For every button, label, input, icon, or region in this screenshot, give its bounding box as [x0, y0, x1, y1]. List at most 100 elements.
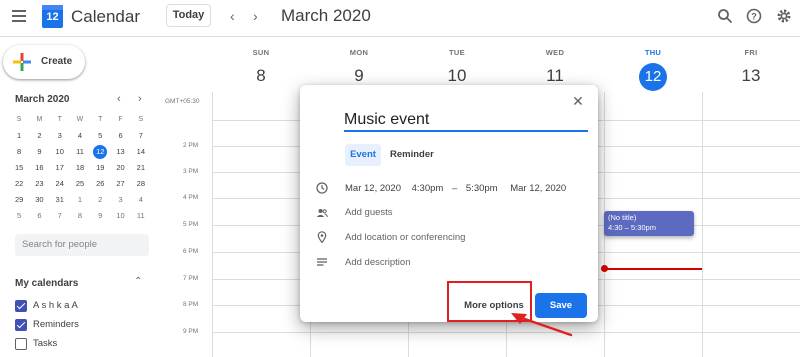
- add-guests[interactable]: Add guests: [345, 207, 393, 218]
- mini-day[interactable]: 16: [29, 160, 49, 176]
- mini-day[interactable]: 29: [9, 192, 29, 208]
- mini-day[interactable]: 13: [110, 144, 130, 160]
- mini-weekday-header-row: SMTWTFS: [9, 112, 151, 128]
- day-header-fri[interactable]: FRI 13: [702, 48, 800, 89]
- tab-event[interactable]: Event: [345, 144, 381, 166]
- mini-day[interactable]: 25: [70, 176, 90, 192]
- mini-day[interactable]: 9: [90, 208, 110, 224]
- mini-day[interactable]: 26: [90, 176, 110, 192]
- help-icon[interactable]: ?: [746, 8, 762, 24]
- mini-day[interactable]: 17: [50, 160, 70, 176]
- people-icon: [316, 209, 328, 218]
- mini-day[interactable]: 5: [9, 208, 29, 224]
- top-bar: 12 Calendar Today ‹ › March 2020 ?: [0, 0, 800, 37]
- mini-weekday-header: M: [36, 116, 43, 123]
- mini-day[interactable]: 12: [90, 144, 110, 160]
- time-label: 8 PM: [183, 301, 199, 308]
- mini-calendar-title: March 2020: [15, 94, 70, 105]
- mini-day[interactable]: 14: [131, 144, 151, 160]
- mini-week-row: 8 9 10 11 12 13 14: [9, 144, 151, 160]
- day-number-today[interactable]: 12: [604, 63, 702, 91]
- event-title-input[interactable]: [344, 109, 588, 132]
- mini-chevron-left-icon[interactable]: ‹: [117, 93, 121, 105]
- mini-day[interactable]: 4: [70, 128, 90, 144]
- day-header-tue[interactable]: TUE 10: [408, 48, 506, 89]
- mini-day[interactable]: 28: [131, 176, 151, 192]
- start-time[interactable]: 4:30pm: [412, 183, 444, 194]
- create-button[interactable]: Create: [3, 45, 85, 79]
- day-number[interactable]: 8: [212, 63, 310, 89]
- start-date[interactable]: Mar 12, 2020: [345, 183, 401, 194]
- checkbox-checked[interactable]: [15, 300, 27, 312]
- mini-day[interactable]: 2: [29, 128, 49, 144]
- mini-week-row: 22 23 24 25 26 27 28: [9, 176, 151, 192]
- day-header-mon[interactable]: MON 9: [310, 48, 408, 89]
- settings-icon[interactable]: [776, 8, 792, 24]
- mini-day[interactable]: 6: [29, 208, 49, 224]
- day-header-thu[interactable]: THU 12: [604, 48, 702, 91]
- mini-day[interactable]: 21: [131, 160, 151, 176]
- time-label: 6 PM: [183, 248, 199, 255]
- mini-day[interactable]: 7: [50, 208, 70, 224]
- day-name: WED: [545, 48, 565, 57]
- search-icon[interactable]: [717, 8, 733, 24]
- add-description[interactable]: Add description: [345, 257, 410, 268]
- time-label: 7 PM: [183, 275, 199, 282]
- mini-day[interactable]: 31: [50, 192, 70, 208]
- event-chip[interactable]: (No title) 4:30 – 5:30pm: [604, 211, 694, 236]
- day-name: MON: [349, 48, 369, 57]
- end-time[interactable]: 5:30pm: [466, 183, 498, 194]
- mini-day[interactable]: 10: [50, 144, 70, 160]
- mini-day[interactable]: 30: [29, 192, 49, 208]
- add-location[interactable]: Add location or conferencing: [345, 232, 465, 243]
- mini-day[interactable]: 23: [29, 176, 49, 192]
- search-people-input[interactable]: Search for people: [15, 234, 149, 256]
- mini-day[interactable]: 11: [131, 208, 151, 224]
- mini-day[interactable]: 8: [9, 144, 29, 160]
- mini-day[interactable]: 22: [9, 176, 29, 192]
- my-calendars-title: My calendars: [15, 278, 79, 289]
- mini-weekday-header: T: [98, 116, 103, 123]
- mini-day[interactable]: 8: [70, 208, 90, 224]
- mini-day[interactable]: 11: [70, 144, 90, 160]
- mini-weekday-header: S: [138, 116, 144, 123]
- annotation-arrow-icon: [511, 313, 573, 337]
- mini-day[interactable]: 10: [110, 208, 130, 224]
- checkbox-unchecked[interactable]: [15, 338, 27, 350]
- calendar-item-label: Tasks: [33, 338, 58, 349]
- mini-day[interactable]: 3: [50, 128, 70, 144]
- calendar-logo-icon: 12: [42, 5, 63, 28]
- chevron-up-icon[interactable]: ⌃: [134, 276, 142, 287]
- mini-day[interactable]: 15: [9, 160, 29, 176]
- checkbox-checked[interactable]: [15, 319, 27, 331]
- close-icon[interactable]: ✕: [572, 94, 584, 108]
- chevron-right-icon[interactable]: ›: [253, 8, 258, 24]
- mini-day[interactable]: 1: [9, 128, 29, 144]
- calendar-item-label: Reminders: [33, 319, 79, 330]
- mini-day[interactable]: 27: [110, 176, 130, 192]
- mini-day[interactable]: 7: [131, 128, 151, 144]
- mini-day[interactable]: 24: [50, 176, 70, 192]
- menu-icon[interactable]: [12, 10, 26, 22]
- mini-day[interactable]: 20: [110, 160, 130, 176]
- mini-day[interactable]: 2: [90, 192, 110, 208]
- mini-day[interactable]: 18: [70, 160, 90, 176]
- mini-day[interactable]: 3: [110, 192, 130, 208]
- mini-day[interactable]: 5: [90, 128, 110, 144]
- tab-reminder[interactable]: Reminder: [390, 144, 434, 166]
- mini-chevron-right-icon[interactable]: ›: [138, 93, 142, 105]
- mini-day[interactable]: 19: [90, 160, 110, 176]
- app-title: Calendar: [71, 7, 140, 26]
- clock-icon: [316, 182, 328, 194]
- end-date[interactable]: Mar 12, 2020: [510, 183, 566, 194]
- day-header-sun[interactable]: SUN 8: [212, 48, 310, 89]
- chevron-left-icon[interactable]: ‹: [230, 8, 235, 24]
- mini-day[interactable]: 1: [70, 192, 90, 208]
- mini-day[interactable]: 4: [131, 192, 151, 208]
- today-button[interactable]: Today: [166, 4, 211, 27]
- day-name: TUE: [449, 48, 465, 57]
- day-header-wed[interactable]: WED 11: [506, 48, 604, 89]
- mini-day[interactable]: 9: [29, 144, 49, 160]
- mini-day[interactable]: 6: [110, 128, 130, 144]
- day-number[interactable]: 13: [702, 63, 800, 89]
